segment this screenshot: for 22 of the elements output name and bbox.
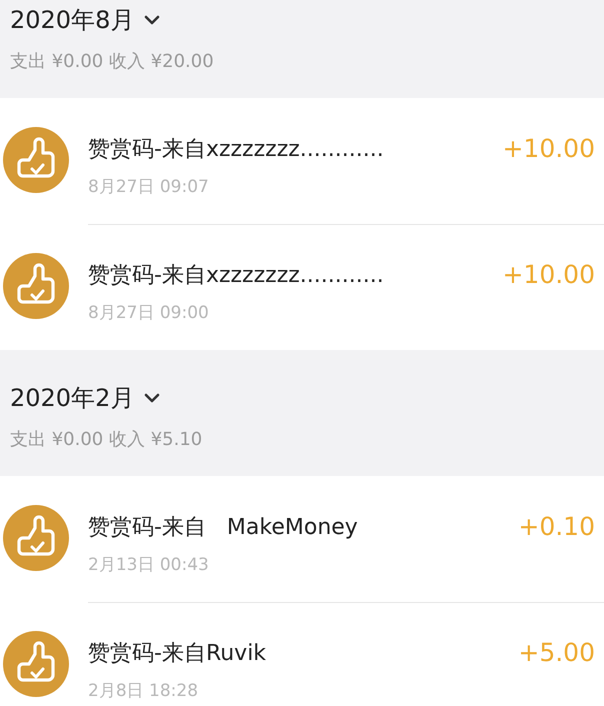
transaction-time: 8月27日 09:07 xyxy=(88,176,210,198)
thumbs-up-icon xyxy=(3,631,69,697)
transaction-title: 赞赏码-来自Ruvik xyxy=(88,640,268,668)
transaction-amount: +10.00 xyxy=(502,259,596,291)
chevron-down-icon[interactable] xyxy=(144,393,160,403)
month-title[interactable]: 2020年2月 xyxy=(10,382,134,414)
transaction-title: 赞赏码-来自xzzzzzzz............ xyxy=(88,136,385,164)
transaction-title: 赞赏码-来自 MakeMoney xyxy=(88,514,359,542)
thumbs-up-icon xyxy=(3,127,69,193)
transaction-amount: +10.00 xyxy=(502,133,596,165)
transaction-time: 2月8日 18:28 xyxy=(88,680,200,702)
chevron-down-icon[interactable] xyxy=(144,15,160,25)
transaction-title: 赞赏码-来自xzzzzzzz............ xyxy=(88,262,385,290)
transaction-time: 8月27日 09:00 xyxy=(88,302,210,324)
thumbs-up-icon xyxy=(3,505,69,571)
month-title[interactable]: 2020年8月 xyxy=(10,4,134,36)
transaction-time: 2月13日 00:43 xyxy=(88,554,210,576)
transaction-amount: +5.00 xyxy=(518,637,596,669)
thumbs-up-icon xyxy=(3,253,69,319)
month-summary: 支出 ¥0.00 收入 ¥5.10 xyxy=(10,428,204,451)
month-summary: 支出 ¥0.00 收入 ¥20.00 xyxy=(10,50,215,73)
transaction-amount: +0.10 xyxy=(518,511,596,543)
